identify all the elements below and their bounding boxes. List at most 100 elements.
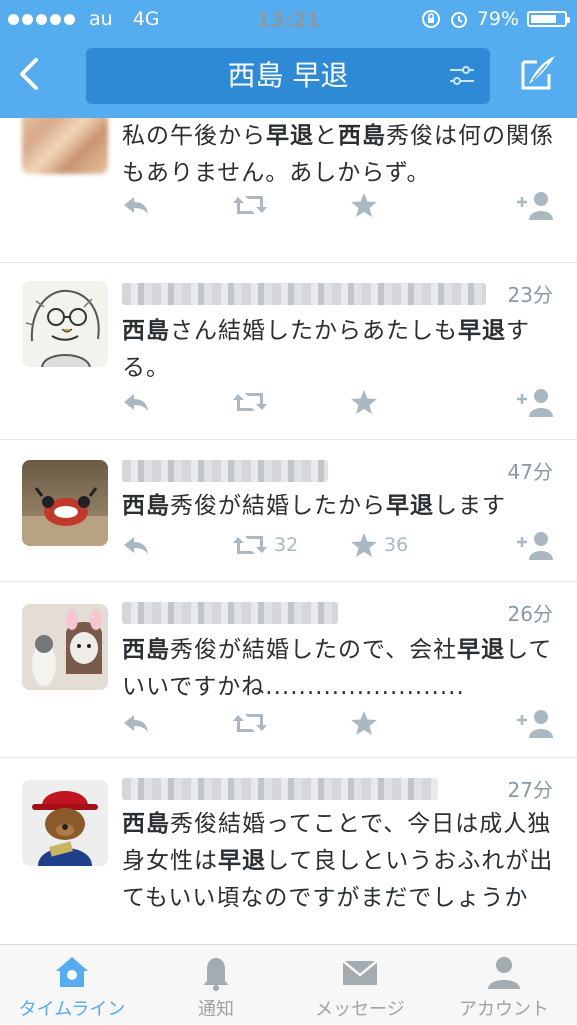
tweet-text-segment: 私の午後から bbox=[122, 123, 266, 149]
follow-button[interactable] bbox=[515, 190, 555, 220]
tab-timeline[interactable]: タイムライン bbox=[0, 945, 144, 1025]
alarm-icon bbox=[450, 12, 467, 28]
follow-user-icon bbox=[515, 190, 555, 220]
reply-icon bbox=[122, 711, 150, 735]
tweet-text-segment: 秀俊が結婚したので、会社 bbox=[170, 637, 458, 663]
tweet-time: 47分 bbox=[507, 460, 553, 484]
tweet-actions bbox=[122, 190, 555, 220]
tab-label: 通知 bbox=[198, 999, 234, 1020]
retweet-button[interactable] bbox=[232, 708, 268, 738]
envelope-icon bbox=[342, 960, 378, 985]
retweet-icon bbox=[232, 390, 268, 414]
tab-notifications[interactable]: 通知 bbox=[144, 945, 288, 1025]
battery-icon bbox=[527, 11, 570, 27]
favorite-button[interactable] bbox=[350, 190, 378, 220]
tweet-text: 私の午後から早退と西島秀俊は何の関係もありません。あしからず。 bbox=[122, 118, 555, 192]
tab-bar: タイムライン 通知 メッセージ アカウント bbox=[0, 944, 577, 1024]
favorites-count: 36 bbox=[384, 534, 409, 556]
highlighted-keyword: 西島 bbox=[122, 318, 170, 344]
tweet-time: 23分 bbox=[507, 283, 553, 307]
status-bar: au 4G 13:21 79% bbox=[0, 0, 577, 38]
favorite-button[interactable] bbox=[350, 387, 378, 417]
bell-icon bbox=[203, 958, 229, 991]
tweet-text: 西島秀俊結婚ってことで、今日は成人独身女性は早退して良しというおふれが出てもいい… bbox=[122, 806, 555, 917]
tweet-text: 西島秀俊が結婚したので、会社早退していいですかね................… bbox=[122, 632, 555, 706]
filter-sliders-icon[interactable] bbox=[448, 64, 476, 88]
highlighted-keyword: 西島 bbox=[338, 123, 386, 149]
tweet-item[interactable]: 27分 西島秀俊結婚ってことで、今日は成人独身女性は早退して良しというおふれが出… bbox=[0, 758, 577, 944]
follow-user-icon bbox=[515, 530, 555, 560]
tab-messages[interactable]: メッセージ bbox=[288, 945, 432, 1025]
tweet-text-segment: 秀俊が結婚したから bbox=[170, 493, 386, 519]
retweet-icon bbox=[232, 711, 268, 735]
search-query-text: 西島 早退 bbox=[227, 59, 349, 92]
tweet-text: 西島さん結婚したからあたしも早退する。 bbox=[122, 313, 555, 387]
avatar[interactable] bbox=[22, 281, 108, 367]
tab-label: アカウント bbox=[459, 999, 549, 1020]
highlighted-keyword: 西島 bbox=[122, 493, 170, 519]
reply-icon bbox=[122, 193, 150, 217]
battery-percent: 79% bbox=[476, 8, 519, 30]
orientation-lock-icon bbox=[421, 10, 440, 28]
tweet-actions: 32 36 bbox=[122, 530, 555, 560]
tweet-item[interactable]: 47分 西島秀俊が結婚したから早退します 32 36 bbox=[0, 440, 577, 582]
follow-user-icon bbox=[515, 387, 555, 417]
tab-label: タイムライン bbox=[18, 999, 126, 1020]
search-results-timeline[interactable]: 私の午後から早退と西島秀俊は何の関係もありません。あしからず。 23分 西島さん… bbox=[0, 118, 577, 944]
retweet-button[interactable] bbox=[232, 387, 268, 417]
redacted-username bbox=[122, 283, 486, 305]
highlighted-keyword: 西島 bbox=[122, 637, 170, 663]
back-button[interactable] bbox=[14, 54, 46, 94]
tweet-time: 27分 bbox=[507, 778, 553, 802]
retweet-button[interactable]: 32 bbox=[232, 530, 298, 560]
reply-icon bbox=[122, 533, 150, 557]
tab-label: メッセージ bbox=[315, 999, 405, 1020]
person-icon bbox=[488, 957, 520, 989]
avatar[interactable] bbox=[22, 780, 108, 866]
star-icon bbox=[350, 192, 378, 218]
follow-user-icon bbox=[515, 708, 555, 738]
follow-button[interactable] bbox=[515, 387, 555, 417]
star-icon bbox=[350, 532, 378, 558]
reply-icon bbox=[122, 390, 150, 414]
avatar-illustration bbox=[22, 281, 108, 367]
home-icon bbox=[56, 957, 88, 987]
retweets-count: 32 bbox=[274, 534, 299, 556]
tweet-text-segment: と bbox=[314, 123, 338, 149]
tweet-text-segment: します bbox=[434, 493, 506, 519]
avatar[interactable] bbox=[22, 604, 108, 690]
avatar[interactable] bbox=[22, 118, 108, 174]
reply-button[interactable] bbox=[122, 708, 150, 738]
favorite-button[interactable]: 36 bbox=[350, 530, 408, 560]
highlighted-keyword: 早退 bbox=[386, 493, 434, 519]
tweet-actions bbox=[122, 387, 555, 417]
follow-button[interactable] bbox=[515, 708, 555, 738]
reply-button[interactable] bbox=[122, 387, 150, 417]
compose-icon[interactable] bbox=[515, 52, 559, 96]
avatar-photo bbox=[22, 487, 108, 546]
tweet-text: 西島秀俊が結婚したから早退します bbox=[122, 488, 555, 525]
highlighted-keyword: 早退 bbox=[266, 123, 314, 149]
avatar-photo bbox=[22, 780, 108, 866]
favorite-button[interactable] bbox=[350, 708, 378, 738]
tweet-item[interactable]: 私の午後から早退と西島秀俊は何の関係もありません。あしからず。 bbox=[0, 118, 577, 263]
tweet-time: 26分 bbox=[507, 602, 553, 626]
highlighted-keyword: 早退 bbox=[218, 848, 266, 874]
reply-button[interactable] bbox=[122, 530, 150, 560]
retweet-button[interactable] bbox=[232, 190, 268, 220]
redacted-username bbox=[122, 602, 338, 624]
avatar[interactable] bbox=[22, 460, 108, 546]
tweet-item[interactable]: 26分 西島秀俊が結婚したので、会社早退していいですかね............… bbox=[0, 582, 577, 758]
retweet-icon bbox=[232, 533, 268, 557]
tweet-actions bbox=[122, 708, 555, 738]
follow-button[interactable] bbox=[515, 530, 555, 560]
tab-account[interactable]: アカウント bbox=[432, 945, 576, 1025]
retweet-icon bbox=[232, 193, 268, 217]
tweet-item[interactable]: 23分 西島さん結婚したからあたしも早退する。 bbox=[0, 263, 577, 440]
star-icon bbox=[350, 389, 378, 415]
redacted-username bbox=[122, 778, 438, 800]
reply-button[interactable] bbox=[122, 190, 150, 220]
highlighted-keyword: 早退 bbox=[457, 637, 506, 663]
search-query-field[interactable]: 西島 早退 bbox=[86, 48, 490, 104]
redacted-username bbox=[122, 460, 328, 482]
